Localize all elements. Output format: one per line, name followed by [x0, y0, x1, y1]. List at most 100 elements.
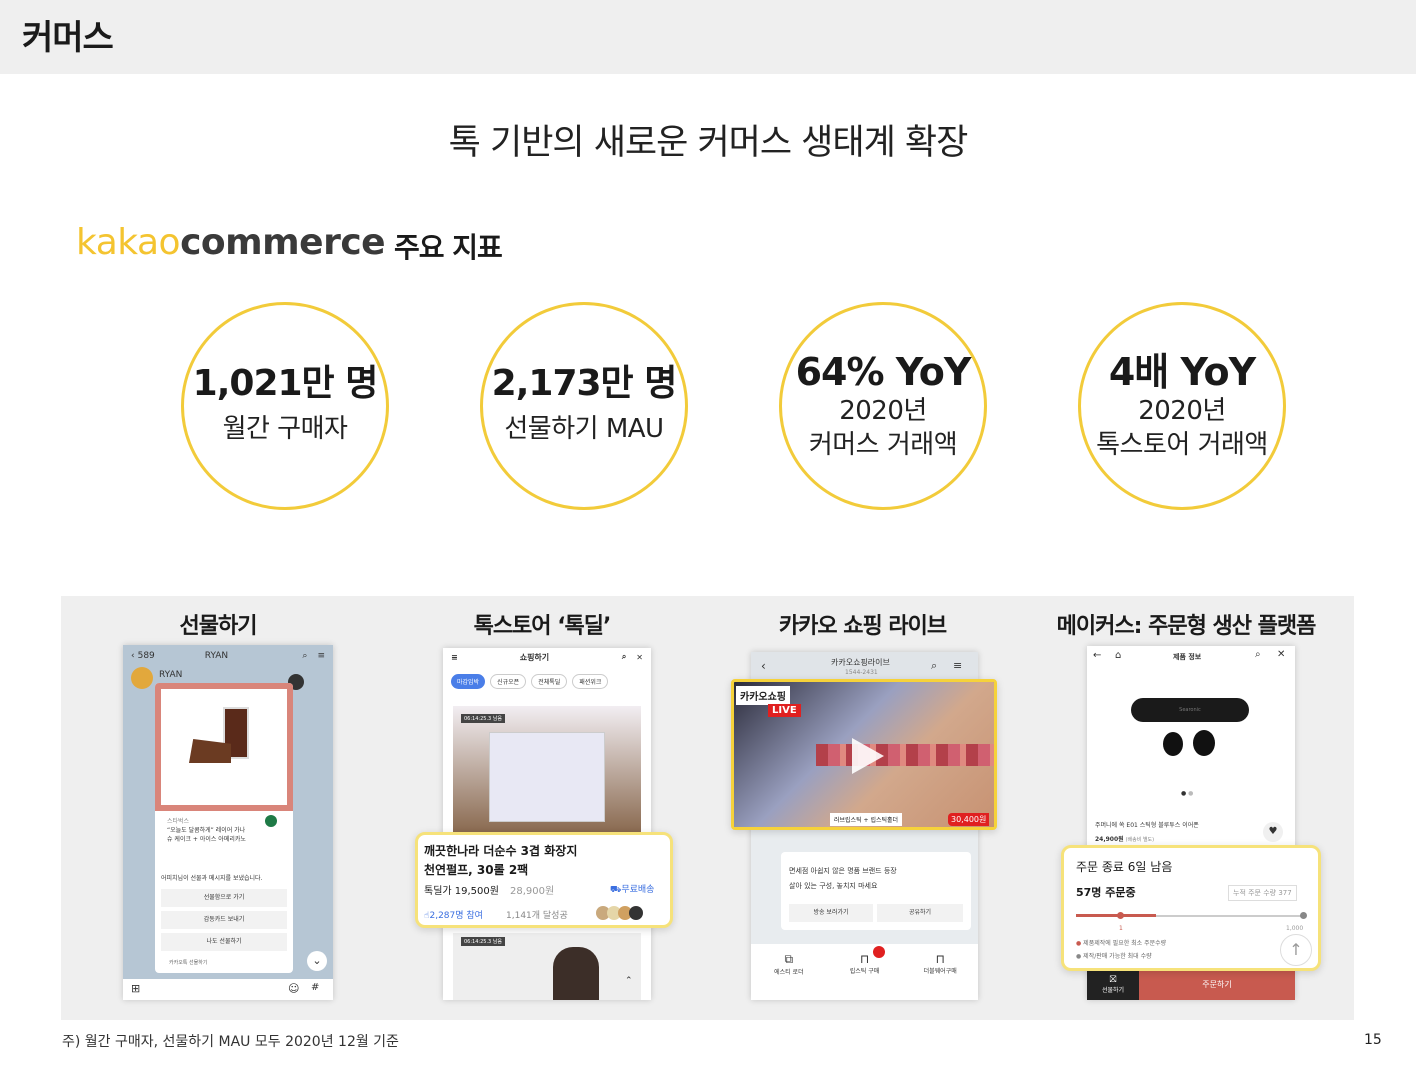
- earbud-right: [1193, 730, 1215, 756]
- tab-all-deals[interactable]: 전체톡딜: [531, 674, 568, 689]
- product-image-tissue: 06:14:25.3 남음: [453, 706, 641, 832]
- back-icon[interactable]: ‹: [131, 651, 135, 661]
- metric-label: 월간 구매자: [222, 414, 348, 444]
- free-shipping-badge: ⛟무료배송: [610, 885, 655, 895]
- gift-card: 스타벅스 “오늘도 달콤하게” 레이어 가나 슈 케이크 + 아이스 아메리카노…: [155, 683, 293, 973]
- gift-footer-label: 카카오톡 선물하기: [169, 960, 208, 966]
- tissue-pack-image: [489, 732, 605, 822]
- nav-estee-lauder[interactable]: ⧉ 에스티 로더: [751, 944, 827, 1000]
- gift-brand: 스타벅스: [167, 818, 190, 825]
- metric-label-year: 2020년: [839, 396, 927, 426]
- notification-dot: [872, 946, 885, 958]
- deal-tabs: 마감임박 신규오픈 전체톡딜 패션위크: [451, 674, 609, 689]
- nav-buy-doublewear[interactable]: ⊓ 더블웨어구매: [902, 944, 978, 1000]
- menu-icon[interactable]: ≡: [451, 653, 458, 662]
- live-brand-badge: 카카오쇼핑: [736, 686, 790, 705]
- metric-label: 선물하기 MAU: [504, 414, 664, 444]
- talkdeal-product-card[interactable]: 깨끗한나라 더순수 3겹 화장지 천연펄프, 30롤 2팩 톡딜가 19,500…: [415, 832, 673, 928]
- metric-value: 4배 YoY: [1108, 350, 1256, 394]
- emoji-icon[interactable]: ☺: [288, 982, 299, 995]
- shopping-header: ≡ 쇼핑하기 ⌕ ✕: [443, 648, 651, 666]
- metric-label-year: 2020년: [1138, 396, 1226, 426]
- order-button[interactable]: 주문하기: [1139, 970, 1295, 1000]
- gift-too-button[interactable]: 나도 선물하기: [161, 933, 287, 951]
- starbucks-logo-icon: [265, 815, 277, 827]
- brand-icon: ⧉: [784, 952, 794, 966]
- metric-value: 1,021만 명: [192, 363, 379, 404]
- plus-icon[interactable]: ⊞: [131, 982, 140, 995]
- hash-icon[interactable]: #: [311, 982, 319, 993]
- slide-headline: 톡 기반의 새로운 커머스 생태계 확장: [448, 123, 969, 163]
- min-order-marker: [1117, 912, 1124, 919]
- live-channel-phone: 1544-2431: [845, 669, 878, 676]
- max-order-marker: [1300, 912, 1307, 919]
- close-icon[interactable]: ✕: [1277, 649, 1285, 660]
- shopping-title: 쇼핑하기: [519, 652, 550, 662]
- live-desc-card: 면세점 아쉽지 않은 명품 브랜드 등장 살아 있는 구성, 놓치지 마세요 방…: [781, 852, 971, 930]
- search-icon[interactable]: ⌕: [302, 651, 307, 661]
- product-title: 깨끗한나라 더순수 3겹 화장지: [424, 844, 578, 858]
- section-header: 커머스: [0, 0, 1416, 74]
- search-icon[interactable]: ⌕: [1255, 649, 1261, 660]
- send-thanks-card-button[interactable]: 감동카드 보내기: [161, 911, 287, 929]
- gift-notice: 어피치님이 선물과 메시지를 보냈습니다.: [161, 875, 263, 882]
- avatar: [131, 667, 153, 689]
- gallery-title-live: 카카오 쇼핑 라이브: [778, 614, 947, 639]
- product-title-2: 천연펄프, 30롤 2팩: [424, 863, 529, 877]
- search-icon[interactable]: ⌕: [931, 659, 937, 673]
- gift-message: “오늘도 달콤하게” 레이어 가나: [167, 827, 246, 834]
- search-icon[interactable]: ⌕: [622, 652, 626, 662]
- gift-chat-screenshot: ‹ 589 RYAN ⌕ ≡ RYAN 스타벅스 “오늘도 달콤하게” 레이어 …: [123, 645, 333, 1000]
- gallery-title-gift: 선물하기: [179, 614, 258, 639]
- metric-label: 톡스토어 거래액: [1096, 430, 1268, 460]
- page-title: 제품 정보: [1173, 653, 1202, 661]
- share-button[interactable]: 공유하기: [877, 904, 963, 922]
- live-bottom-nav: ⧉ 에스티 로더 ⊓ 립스틱 구매 ⊓ 더블웨어구매: [751, 944, 978, 1000]
- go-to-giftbox-button[interactable]: 선물함으로 가기: [161, 889, 287, 907]
- participants-count: ☝2,287명 참여: [424, 911, 483, 921]
- tab-new[interactable]: 신규오픈: [490, 674, 527, 689]
- chat-room-name: RYAN: [204, 651, 229, 661]
- achieved-count: 1,141개 달성공: [506, 911, 568, 921]
- close-icon[interactable]: ✕: [636, 653, 643, 662]
- live-badge: LIVE: [768, 704, 801, 717]
- deal-price: 톡딜가 19,500원: [424, 886, 499, 897]
- menu-icon[interactable]: ≡: [953, 659, 962, 672]
- earbuds-case: Searonic: [1131, 698, 1249, 722]
- menu-icon[interactable]: ≡: [317, 651, 325, 661]
- scroll-top-icon[interactable]: ↑: [1280, 934, 1312, 966]
- bag-icon: ⊓: [935, 952, 945, 966]
- makers-order-status-card: 주문 종료 6일 남음 57명 주문중 누적 주문 수량 377 1 1,000…: [1061, 845, 1321, 971]
- product-title: 주머니에 쏙 E01 스틱형 블루투스 이어폰: [1095, 822, 1199, 829]
- legend-max: ● 제작/판매 가능한 최대 수량: [1076, 953, 1152, 960]
- scroll-down-icon[interactable]: ⌄: [307, 951, 327, 971]
- watch-broadcast-button[interactable]: 방송 보러가기: [789, 904, 873, 922]
- product-price-chip: 30,400원: [948, 813, 990, 826]
- model-image: [553, 947, 599, 1000]
- live-channel-name: 카카오쇼핑라이브: [831, 658, 890, 667]
- live-video-player[interactable]: 카카오쇼핑 LIVE 러브립스틱 + 립스틱홀더 30,400원: [731, 679, 997, 830]
- metric-value: 64% YoY: [795, 350, 972, 394]
- talkdeal-screenshot: ≡ 쇼핑하기 ⌕ ✕ 마감임박 신규오픈 전체톡딜 패션위크 06:14:25.…: [443, 648, 651, 1000]
- nav-buy-lipstick[interactable]: ⊓ 립스틱 구매: [827, 944, 903, 1000]
- home-icon[interactable]: ⌂: [1115, 650, 1121, 661]
- back-icon[interactable]: ‹: [761, 659, 766, 673]
- tab-closing-soon[interactable]: 마감임박: [451, 674, 486, 689]
- gift-button[interactable]: ⛝ 선물하기: [1087, 970, 1139, 1000]
- back-icon[interactable]: ←: [1093, 650, 1101, 661]
- chat-header: ‹ 589 RYAN ⌕ ≡: [123, 645, 333, 667]
- min-value: 1: [1119, 925, 1123, 932]
- play-icon[interactable]: [852, 738, 884, 774]
- metric-monthly-buyers: 1,021만 명 월간 구매자: [181, 302, 389, 510]
- metric-label: 커머스 거래액: [808, 430, 958, 460]
- chat-input-bar[interactable]: ⊞ ☺ #: [123, 979, 333, 1000]
- cumulative-orders: 누적 주문 수량 377: [1228, 885, 1297, 901]
- heart-icon[interactable]: ♥: [1263, 822, 1283, 842]
- original-price: 28,900원: [510, 886, 555, 897]
- scroll-top-icon[interactable]: ⌃: [625, 976, 633, 986]
- metric-gift-mau: 2,173만 명 선물하기 MAU: [480, 302, 688, 510]
- tab-fashion-week[interactable]: 패션위크: [572, 674, 609, 689]
- gift-product-image: [161, 689, 287, 805]
- page-number: 15: [1364, 1032, 1382, 1048]
- gift-icon: ⛝: [1109, 975, 1117, 985]
